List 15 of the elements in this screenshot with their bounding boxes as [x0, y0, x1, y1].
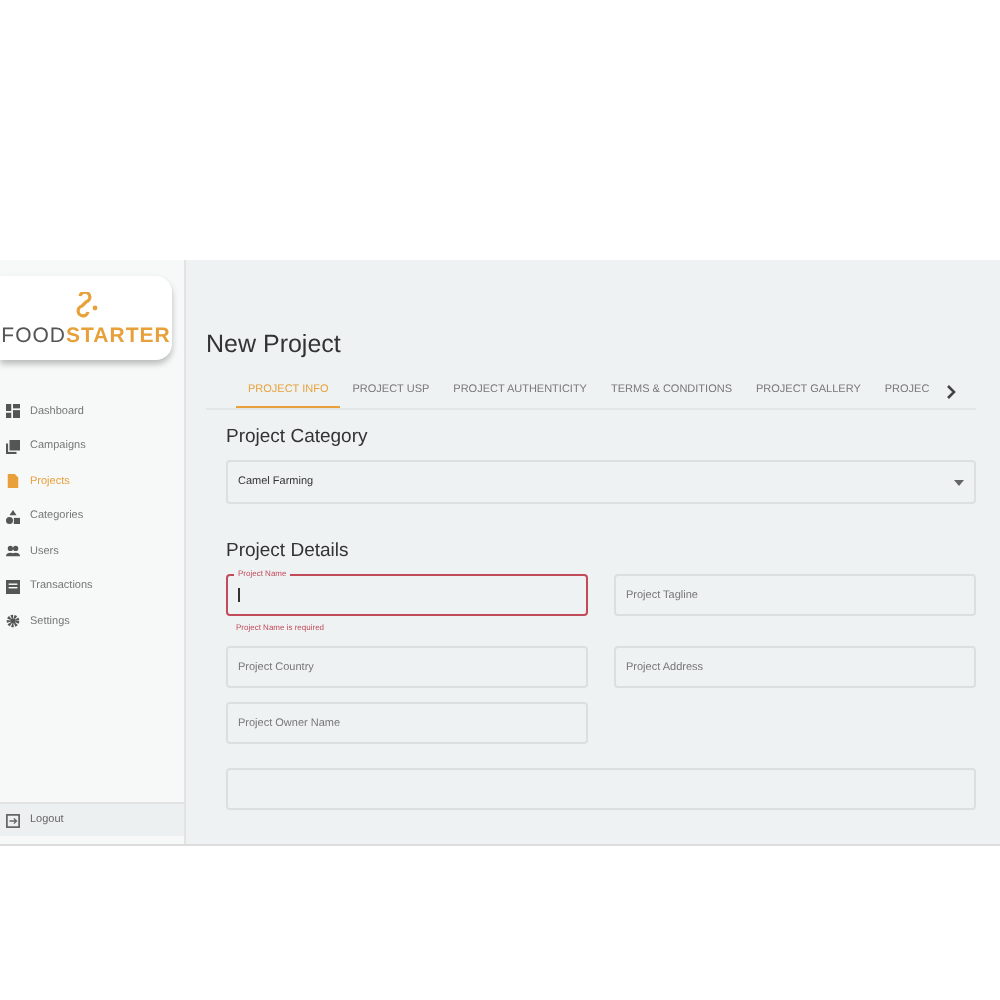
users-icon — [6, 544, 20, 559]
shapes-icon — [6, 509, 20, 524]
chevron-right-icon[interactable] — [945, 384, 958, 400]
section-title: Project Category — [226, 426, 370, 448]
logo-icon — [72, 292, 100, 320]
logo-text: FOODSTARTER — [1, 324, 171, 348]
list-icon — [6, 579, 20, 594]
document-icon — [6, 474, 20, 489]
settings-icon — [6, 614, 20, 629]
page-title: New Project — [206, 330, 343, 358]
dropdown-arrow-icon — [954, 479, 964, 485]
dashboard-icon — [6, 404, 20, 419]
images-icon — [6, 439, 20, 454]
logout-icon — [6, 813, 20, 827]
section-title: Project Details — [226, 540, 351, 562]
